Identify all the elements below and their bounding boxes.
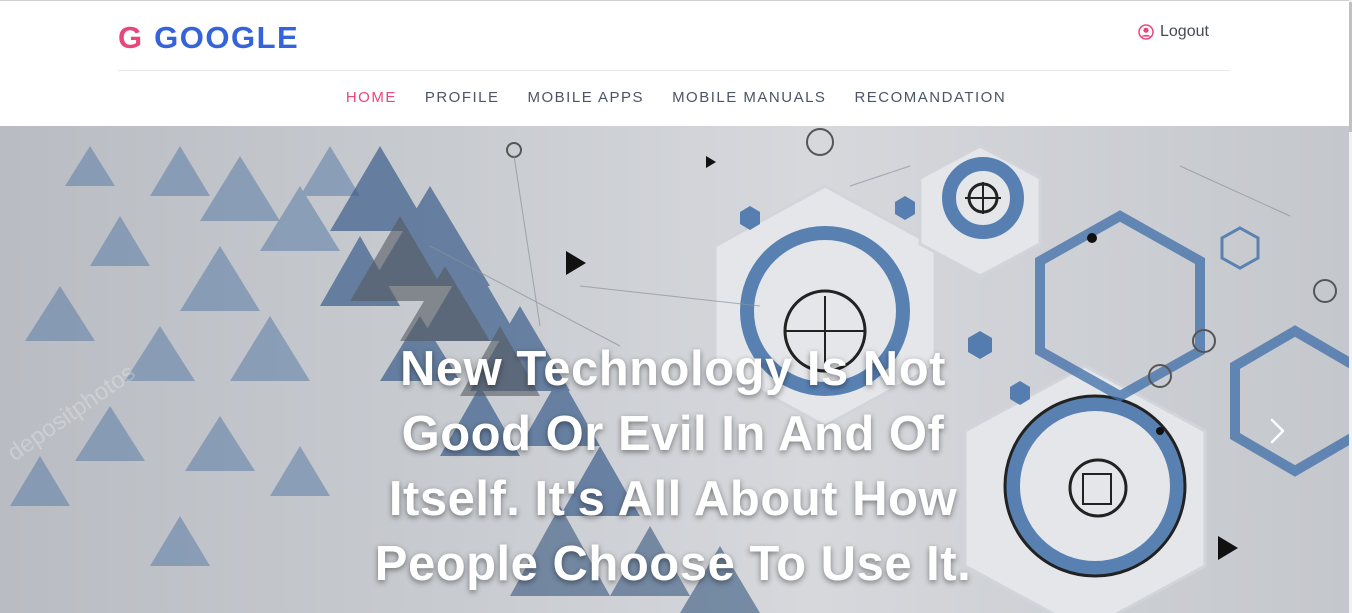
- brand-letter: G: [118, 20, 143, 55]
- nav-item-mobile-apps[interactable]: MOBILE APPS: [528, 88, 645, 108]
- main-nav: HOME PROFILE MOBILE APPS MOBILE MANUALS …: [0, 88, 1352, 108]
- nav-item-home[interactable]: HOME: [346, 88, 397, 108]
- nav-item-mobile-manuals[interactable]: MOBILE MANUALS: [672, 88, 826, 108]
- user-circle-icon: [1138, 24, 1154, 40]
- nav-item-recomandation[interactable]: RECOMANDATION: [854, 88, 1006, 108]
- header-divider: [118, 70, 1230, 71]
- hero-headline: New Technology Is Not Good Or Evil In An…: [374, 342, 972, 591]
- site-header: G GOOGLE Logout HOME PROFILE MOBILE APPS…: [0, 1, 1352, 126]
- logout-label: Logout: [1160, 23, 1209, 40]
- brand-logo[interactable]: G GOOGLE: [118, 20, 299, 56]
- logout-link[interactable]: Logout: [1138, 23, 1209, 41]
- chevron-right-icon[interactable]: [1262, 414, 1292, 448]
- nav-item-profile[interactable]: PROFILE: [425, 88, 500, 108]
- hero-carousel: depositphotos New Technology Is Not Good…: [0, 126, 1352, 613]
- brand-name: GOOGLE: [154, 20, 300, 55]
